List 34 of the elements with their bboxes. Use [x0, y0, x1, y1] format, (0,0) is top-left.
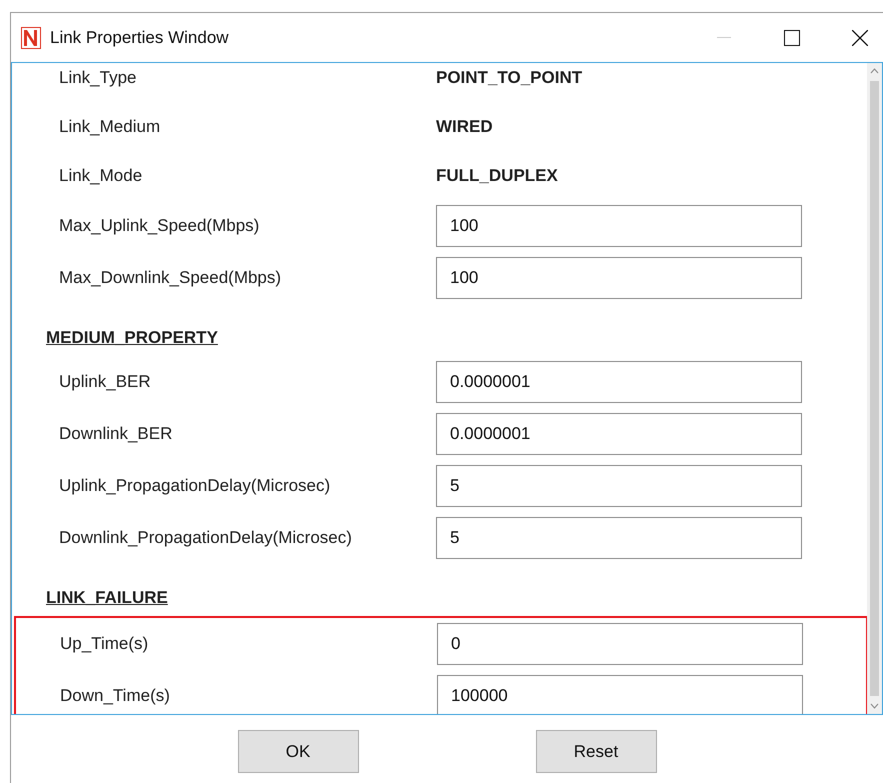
section-heading: MEDIUM_PROPERTY: [46, 328, 218, 347]
field-label: Max_Downlink_Speed(Mbps): [59, 268, 282, 288]
field-value: WIRED: [436, 116, 493, 136]
close-icon: [852, 30, 868, 46]
dialog-button[interactable]: Reset: [536, 730, 656, 773]
input-field[interactable]: 5: [436, 465, 802, 507]
app-logo-icon: [21, 26, 41, 48]
scroll-down-icon[interactable]: [870, 702, 879, 710]
field-label: Downlink_BER: [59, 424, 174, 444]
dialog-button[interactable]: OK: [238, 730, 358, 773]
scroll-up-icon[interactable]: [870, 67, 879, 75]
input-field[interactable]: 0: [437, 623, 803, 665]
input-field[interactable]: 100: [436, 257, 802, 299]
input-field[interactable]: 0.0000001: [436, 413, 802, 455]
field-value: FULL_DUPLEX: [436, 166, 558, 186]
field-label: Downlink_PropagationDelay(Microsec): [59, 528, 353, 548]
input-field[interactable]: 0.0000001: [436, 361, 802, 403]
field-value: POINT_TO_POINT: [436, 68, 582, 88]
field-label: Max_Uplink_Speed(Mbps): [59, 216, 260, 236]
scrollbar[interactable]: [867, 63, 882, 714]
section-heading: LINK_FAILURE: [46, 588, 168, 607]
field-label: Down_Time(s): [60, 686, 171, 706]
input-field[interactable]: 100: [436, 205, 802, 247]
field-label: Link_Type: [59, 68, 138, 88]
input-field[interactable]: 5: [436, 517, 802, 559]
field-label: Link_Medium: [59, 116, 162, 136]
field-label: Uplink_BER: [59, 372, 152, 392]
field-label: Up_Time(s): [60, 634, 150, 654]
field-label: Uplink_PropagationDelay(Microsec): [59, 476, 332, 496]
window-title: Link Properties Window: [50, 28, 230, 48]
minimize-icon: [717, 37, 731, 38]
field-label: Link_Mode: [59, 166, 144, 186]
input-field[interactable]: 100000: [437, 675, 803, 714]
maximize-icon: [784, 30, 800, 46]
